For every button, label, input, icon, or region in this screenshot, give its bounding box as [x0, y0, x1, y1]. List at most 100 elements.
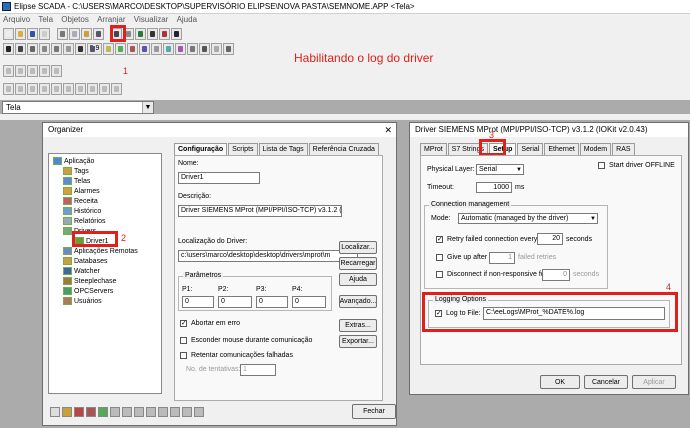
rectangle-icon[interactable] — [27, 43, 38, 55]
size-icon-3[interactable] — [27, 83, 38, 95]
text-icon[interactable] — [75, 43, 86, 55]
size-icon-9[interactable] — [99, 83, 110, 95]
align-center-icon[interactable] — [15, 65, 26, 77]
p1-field[interactable]: 0 — [182, 296, 214, 308]
align-left-icon[interactable] — [3, 65, 14, 77]
size-icon-6[interactable] — [63, 83, 74, 95]
align-top-icon[interactable] — [39, 65, 50, 77]
size-icon-10[interactable] — [111, 83, 122, 95]
option-icon-6[interactable] — [170, 407, 180, 417]
option-icon-4[interactable] — [146, 407, 156, 417]
import-icon[interactable] — [98, 407, 108, 417]
alarm-icon[interactable] — [139, 43, 150, 55]
menu-tela[interactable]: Tela — [35, 14, 56, 25]
align-bottom-icon[interactable] — [51, 65, 62, 77]
help-icon[interactable] — [159, 28, 170, 40]
ok-button[interactable]: OK — [540, 375, 580, 389]
trend-icon[interactable] — [127, 43, 138, 55]
folder-icon[interactable] — [62, 407, 72, 417]
tree-item-usuarios[interactable]: Usuários — [63, 297, 102, 305]
bitmap-icon[interactable] — [103, 43, 114, 55]
p3-field[interactable]: 0 — [256, 296, 288, 308]
size-icon-4[interactable] — [39, 83, 50, 95]
size-icon-5[interactable] — [51, 83, 62, 95]
retentar-checkbox[interactable] — [180, 352, 187, 359]
bar-icon[interactable] — [115, 43, 126, 55]
option-icon-8[interactable] — [194, 407, 204, 417]
option-icon-1[interactable] — [110, 407, 120, 417]
tree-item-telas[interactable]: Telas — [63, 177, 90, 185]
retry-field[interactable]: 20 — [537, 233, 563, 245]
mode-dropdown[interactable]: Automatic (managed by the driver) ▼ — [458, 213, 598, 224]
size-icon-7[interactable] — [75, 83, 86, 95]
tab-ras[interactable]: RAS — [612, 143, 635, 155]
menu-visualizar[interactable]: Visualizar — [131, 14, 172, 25]
tab-referencia-cruzada[interactable]: Referência Cruzada — [308, 143, 379, 155]
tab-configuracao[interactable]: Configuração — [174, 143, 228, 155]
disconnect-checkbox[interactable] — [436, 271, 443, 278]
browser-icon[interactable] — [151, 43, 162, 55]
esconder-checkbox[interactable] — [180, 337, 187, 344]
tag-icon[interactable] — [86, 407, 96, 417]
save-icon[interactable] — [27, 28, 38, 40]
tab-mprot[interactable]: MProt — [420, 143, 447, 155]
chevron-down-icon[interactable]: ▼ — [142, 102, 153, 113]
paste-icon[interactable] — [81, 28, 92, 40]
tree-item-aplicacoes-remotas[interactable]: Aplicações Remotas — [63, 247, 138, 255]
cancelar-button[interactable]: Cancelar — [584, 375, 628, 389]
menu-arquivo[interactable]: Arquivo — [0, 14, 33, 25]
polygon-icon[interactable] — [63, 43, 74, 55]
display-button[interactable]: 9.9 — [87, 43, 102, 55]
ajuda-button[interactable]: Ajuda — [339, 273, 377, 286]
give-up-checkbox[interactable] — [436, 254, 443, 261]
context-help-icon[interactable] — [171, 28, 182, 40]
menu-arranjar[interactable]: Arranjar — [94, 14, 128, 25]
recarregar-button[interactable]: Recarregar — [339, 257, 377, 270]
undo-icon[interactable] — [93, 28, 104, 40]
descricao-field[interactable]: Driver SIEMENS MProt (MPI/PPI/ISO-TCP) v… — [178, 205, 342, 217]
option-icon-2[interactable] — [122, 407, 132, 417]
tree-item-historico[interactable]: Histórico — [63, 207, 101, 215]
print-icon[interactable] — [39, 28, 50, 40]
tree-item-aplicacao[interactable]: Aplicação — [53, 157, 94, 165]
new-file-icon[interactable] — [3, 28, 14, 40]
avancado-button[interactable]: Avançado... — [339, 295, 377, 308]
ellipse-icon[interactable] — [51, 43, 62, 55]
tree-item-watcher[interactable]: Watcher — [63, 267, 100, 275]
pointer-icon[interactable] — [3, 43, 14, 55]
button-object-icon[interactable] — [187, 43, 198, 55]
size-icon-8[interactable] — [87, 83, 98, 95]
tentativas-field[interactable]: 1 — [240, 364, 276, 376]
align-right-icon[interactable] — [27, 65, 38, 77]
menu-ajuda[interactable]: Ajuda — [174, 14, 200, 25]
option-icon-7[interactable] — [182, 407, 192, 417]
menu-objetos[interactable]: Objetos — [58, 14, 92, 25]
physical-layer-dropdown[interactable]: Serial ▼ — [476, 164, 524, 175]
tab-lista-de-tags[interactable]: Lista de Tags — [258, 143, 308, 155]
disconnect-field[interactable]: 0 — [542, 269, 570, 281]
tab-scripts[interactable]: Scripts — [228, 143, 258, 155]
option-icon-5[interactable] — [158, 407, 168, 417]
new-item-icon[interactable] — [50, 407, 60, 417]
retry-checkbox[interactable]: ✓ — [436, 236, 443, 243]
abortar-checkbox[interactable]: ✓ — [180, 320, 187, 327]
run-icon[interactable] — [135, 28, 146, 40]
checkbox-object-icon[interactable] — [211, 43, 222, 55]
line-icon[interactable] — [15, 43, 26, 55]
tree-item-receita[interactable]: Receita — [63, 197, 98, 205]
exportar-button[interactable]: Exportar... — [339, 335, 377, 348]
open-folder-icon[interactable] — [15, 28, 26, 40]
start-offline-checkbox[interactable] — [598, 162, 605, 169]
cut-icon[interactable] — [57, 28, 68, 40]
tree-item-databases[interactable]: Databases — [63, 257, 107, 265]
slider-icon[interactable] — [163, 43, 174, 55]
fechar-button[interactable]: Fechar — [352, 404, 396, 419]
delete-icon[interactable] — [74, 407, 84, 417]
close-icon[interactable]: ✕ — [384, 125, 392, 136]
tab-modem[interactable]: Modem — [579, 143, 612, 155]
size-icon-2[interactable] — [15, 83, 26, 95]
tree-item-tags[interactable]: Tags — [63, 167, 89, 175]
p4-field[interactable]: 0 — [292, 296, 326, 308]
extras-button[interactable]: Extras... — [339, 319, 377, 332]
gauge-icon[interactable] — [175, 43, 186, 55]
